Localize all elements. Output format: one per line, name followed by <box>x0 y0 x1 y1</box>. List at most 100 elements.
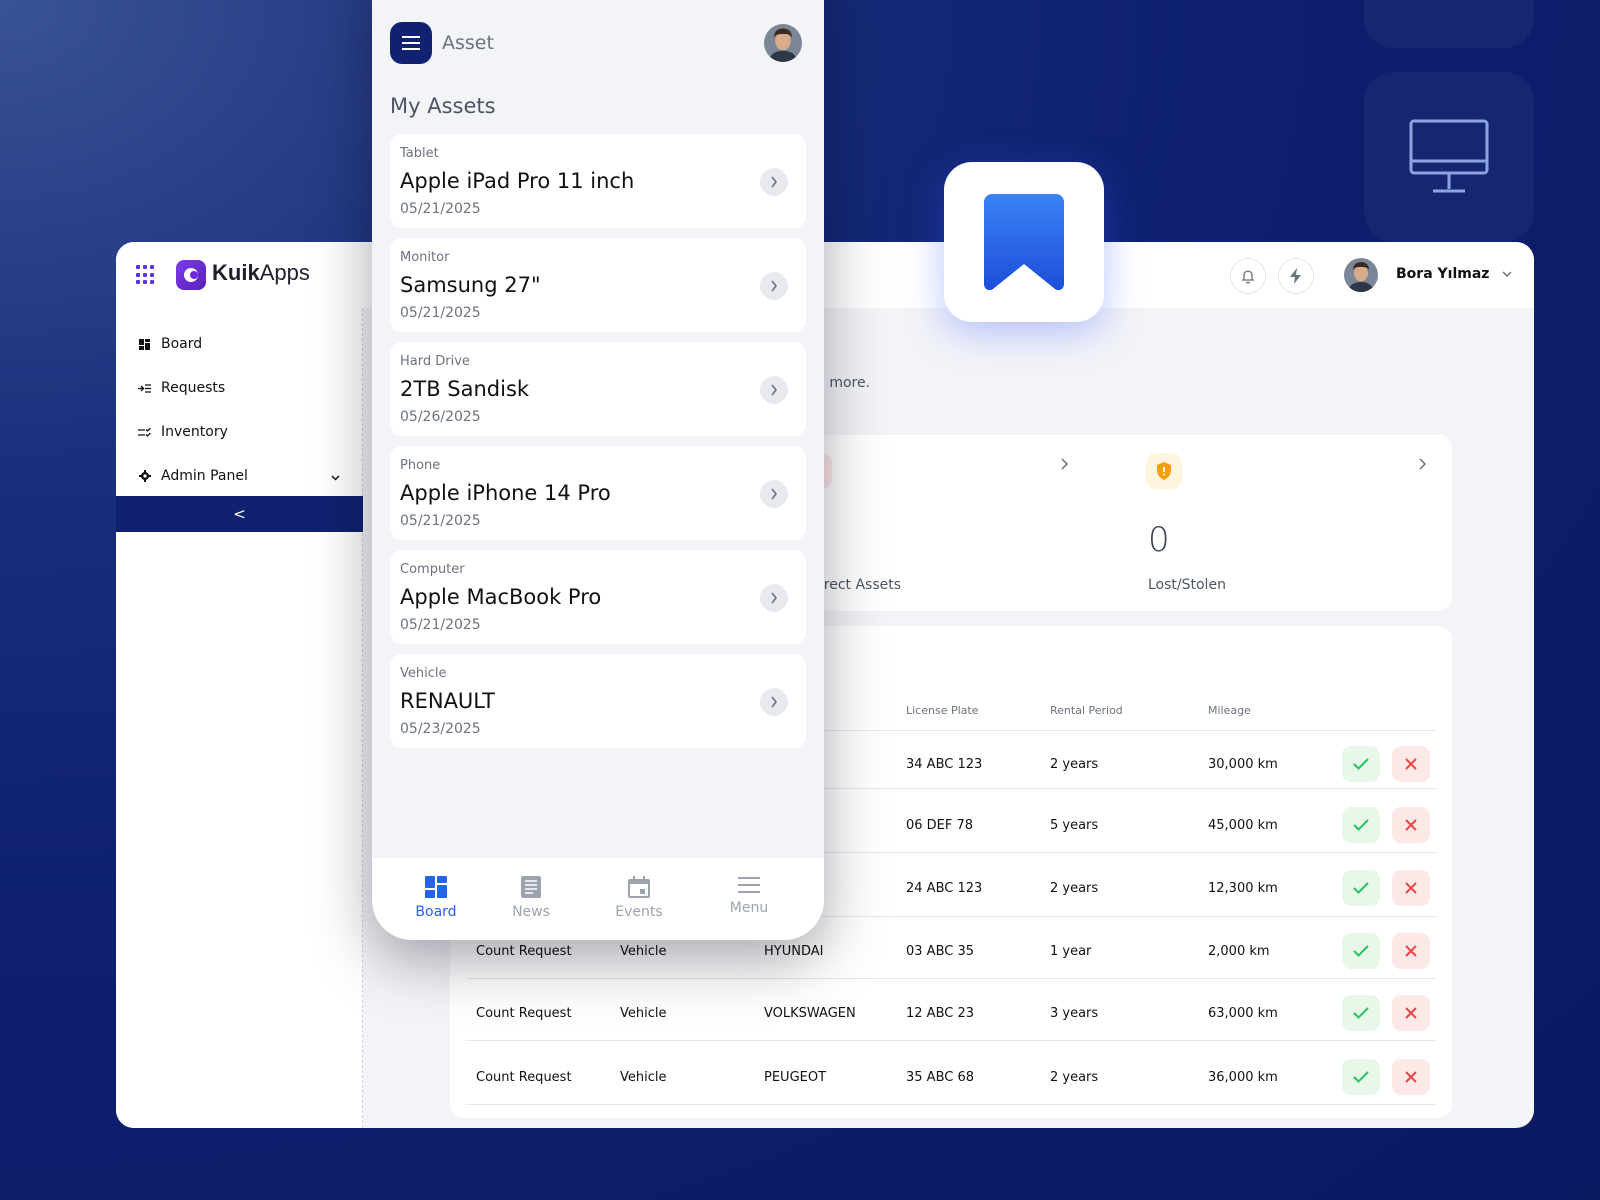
cell-license-plate: 03 ABC 35 <box>906 944 975 959</box>
cell-license-plate: 34 ABC 123 <box>906 757 983 772</box>
cell-model: VOLKSWAGEN <box>764 1006 856 1021</box>
reject-button[interactable] <box>1392 807 1430 843</box>
chevron-right-icon[interactable] <box>760 168 788 196</box>
check-icon <box>1353 758 1369 770</box>
asset-card[interactable]: Hard Drive 2TB Sandisk 05/26/2025 <box>390 342 806 436</box>
asset-date: 05/23/2025 <box>400 721 481 737</box>
reject-button[interactable] <box>1392 870 1430 906</box>
chevron-right-icon[interactable] <box>760 272 788 300</box>
chevron-right-icon <box>1418 455 1427 474</box>
inventory-icon <box>138 426 151 439</box>
check-icon <box>1353 882 1369 894</box>
chevron-left-icon: < <box>233 505 246 523</box>
asset-category: Computer <box>400 562 465 577</box>
asset-date: 05/26/2025 <box>400 409 481 425</box>
news-icon <box>521 876 541 898</box>
avatar[interactable] <box>1344 258 1378 292</box>
chevron-down-icon[interactable] <box>1501 265 1513 284</box>
cell-mileage: 30,000 km <box>1208 757 1278 772</box>
nav-label: News <box>512 904 550 920</box>
chevron-right-icon[interactable] <box>760 688 788 716</box>
stat-card-lost-stolen[interactable]: 0 Lost/Stolen <box>1130 435 1452 611</box>
asset-card[interactable]: Monitor Samsung 27" 05/21/2025 <box>390 238 806 332</box>
requests-icon <box>138 382 151 395</box>
user-name[interactable]: Bora Yılmaz <box>1396 266 1489 282</box>
asset-date: 05/21/2025 <box>400 305 481 321</box>
asset-category: Tablet <box>400 146 439 161</box>
close-icon <box>1405 945 1417 957</box>
board-icon <box>425 876 447 898</box>
reject-button[interactable] <box>1392 933 1430 969</box>
cell-license-plate: 06 DEF 78 <box>906 818 974 833</box>
chevron-down-icon[interactable] <box>330 468 341 487</box>
row-divider <box>466 1104 1436 1105</box>
sidebar-item-inventory[interactable]: Inventory <box>138 424 228 440</box>
asset-date: 05/21/2025 <box>400 513 481 529</box>
avatar[interactable] <box>764 24 802 62</box>
asset-name: 2TB Sandisk <box>400 377 530 401</box>
asset-card[interactable]: Computer Apple MacBook Pro 05/21/2025 <box>390 550 806 644</box>
approve-button[interactable] <box>1342 933 1380 969</box>
row-divider <box>466 1040 1436 1041</box>
bookmark-app-tile <box>944 162 1104 322</box>
asset-card[interactable]: Vehicle RENAULT 05/23/2025 <box>390 654 806 748</box>
cell-model: PEUGEOT <box>764 1070 827 1085</box>
approve-button[interactable] <box>1342 1059 1380 1095</box>
approve-button[interactable] <box>1342 870 1380 906</box>
cell-rental-period: 2 years <box>1050 757 1099 772</box>
asset-name: RENAULT <box>400 689 495 713</box>
row-divider <box>466 978 1436 979</box>
hamburger-icon <box>402 36 420 50</box>
sidebar-item-label: Board <box>161 336 203 352</box>
sidebar-item-label: Inventory <box>161 424 228 440</box>
chevron-right-icon[interactable] <box>760 376 788 404</box>
cell-request-type: Count Request <box>476 944 572 959</box>
notifications-button[interactable] <box>1230 258 1266 294</box>
cell-category: Vehicle <box>620 1070 667 1085</box>
reject-button[interactable] <box>1392 746 1430 782</box>
check-icon <box>1353 1071 1369 1083</box>
approve-button[interactable] <box>1342 807 1380 843</box>
bolt-icon <box>1290 268 1301 284</box>
nav-board[interactable]: Board <box>401 876 471 920</box>
nav-news[interactable]: News <box>496 876 566 920</box>
asset-card[interactable]: Tablet Apple iPad Pro 11 inch 05/21/2025 <box>390 134 806 228</box>
quick-actions-button[interactable] <box>1278 258 1314 294</box>
sidebar-item-requests[interactable]: Requests <box>138 380 225 396</box>
mobile-app-screen: Asset My Assets Tablet Apple iPad Pro 11 … <box>372 0 824 940</box>
background-tile <box>1364 0 1534 48</box>
cell-rental-period: 3 years <box>1050 1006 1099 1021</box>
monitor-icon <box>1409 119 1489 193</box>
approve-button[interactable] <box>1342 746 1380 782</box>
nav-label: Board <box>415 904 457 920</box>
asset-name: Samsung 27" <box>400 273 541 297</box>
reject-button[interactable] <box>1392 1059 1430 1095</box>
column-header-license-plate: License Plate <box>906 704 979 717</box>
cell-mileage: 12,300 km <box>1208 881 1278 896</box>
sidebar-item-label: Requests <box>161 380 226 396</box>
chevron-right-icon <box>1060 455 1069 474</box>
chevron-right-icon[interactable] <box>760 584 788 612</box>
gear-icon <box>138 470 151 483</box>
bell-icon <box>1241 270 1255 284</box>
bottom-nav: Board News Events Menu <box>372 858 824 940</box>
apps-grid-icon[interactable] <box>136 265 156 285</box>
top-header: KuikApps Bora Yılmaz <box>116 242 1534 308</box>
asset-category: Monitor <box>400 250 450 265</box>
check-icon <box>1353 1007 1369 1019</box>
cell-category: Vehicle <box>620 944 667 959</box>
cell-rental-period: 1 year <box>1050 944 1092 959</box>
asset-category: Hard Drive <box>400 354 470 369</box>
nav-events[interactable]: Events <box>604 876 674 920</box>
menu-button[interactable] <box>390 22 432 64</box>
reject-button[interactable] <box>1392 995 1430 1031</box>
sidebar-item-board[interactable]: Board <box>138 336 202 352</box>
kuik-logo-icon <box>176 260 206 290</box>
chevron-right-icon[interactable] <box>760 480 788 508</box>
nav-menu[interactable]: Menu <box>714 876 784 916</box>
sidebar-item-admin-panel[interactable]: Admin Panel <box>138 468 248 484</box>
approve-button[interactable] <box>1342 995 1380 1031</box>
sidebar-collapse-button[interactable]: < <box>116 496 363 532</box>
asset-card[interactable]: Phone Apple iPhone 14 Pro 05/21/2025 <box>390 446 806 540</box>
close-icon <box>1405 1007 1417 1019</box>
